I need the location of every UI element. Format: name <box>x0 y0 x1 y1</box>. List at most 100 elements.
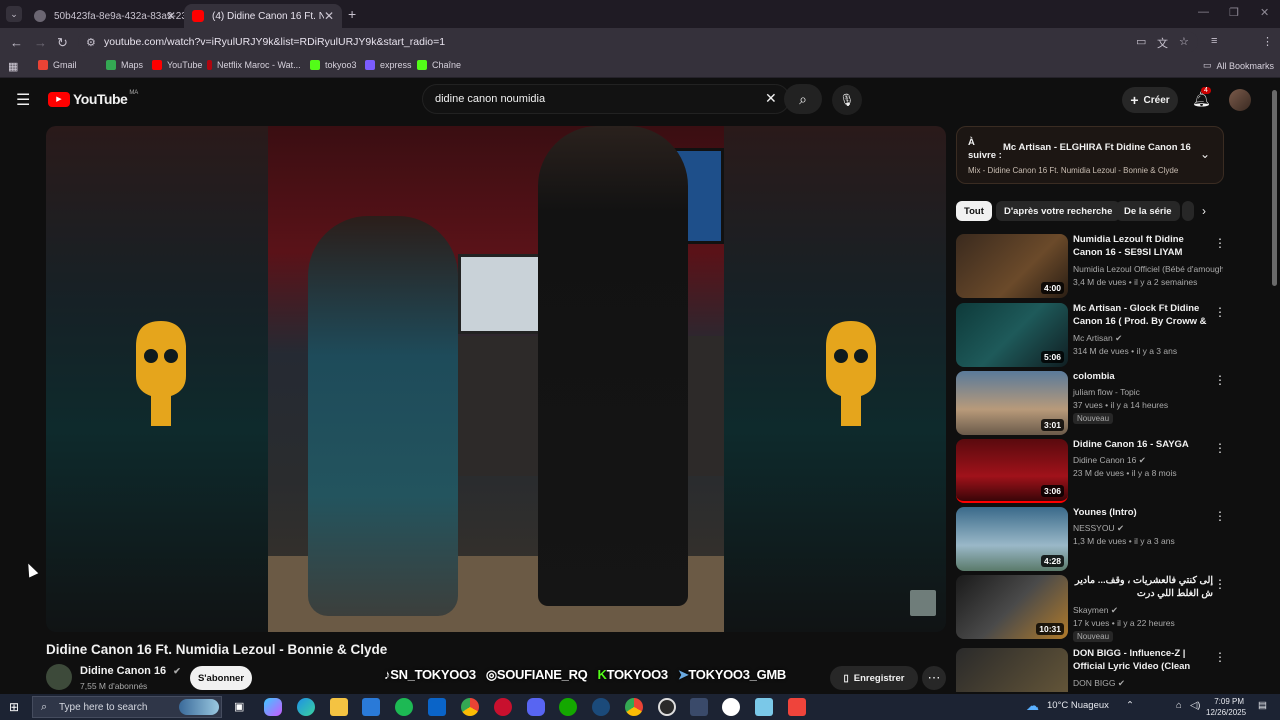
notification-center-icon[interactable]: ▤ <box>1258 700 1267 711</box>
maximize-icon[interactable]: ❐ <box>1229 6 1239 19</box>
hamburger-menu-icon[interactable]: ☰ <box>16 90 30 110</box>
site-info-icon[interactable]: ⚙ <box>86 36 96 49</box>
kebab-menu-icon[interactable]: ⋮ <box>1214 373 1226 387</box>
more-actions-button[interactable]: ⋯ <box>922 666 946 690</box>
back-icon[interactable]: ← <box>10 35 23 50</box>
rec-channel[interactable]: Mc Artisan ✔ <box>1073 333 1122 344</box>
list-item[interactable]: 3:06 Didine Canon 16 - SAYGA Didine Cano… <box>956 439 1226 503</box>
close-tab-icon[interactable]: ✕ <box>324 9 334 23</box>
chrome-icon[interactable] <box>461 698 479 716</box>
list-item[interactable]: 4:28 Younes (Intro) NESSYOU ✔ 1,3 M de v… <box>956 507 1226 571</box>
video-player[interactable] <box>46 126 946 632</box>
search-button[interactable]: ⌕ <box>784 84 822 114</box>
video-thumbnail[interactable]: 5:06 <box>956 303 1068 367</box>
bookmark-maps[interactable]: Maps <box>106 60 143 70</box>
youtube-logo[interactable]: ▶ YouTube MA <box>48 90 138 107</box>
record-app-icon[interactable] <box>494 698 512 716</box>
video-thumbnail[interactable]: 4:00 <box>956 234 1068 298</box>
bookmark-netflix[interactable]: Netflix Maroc - Wat... <box>207 60 301 70</box>
chip-partial[interactable] <box>1182 201 1194 221</box>
video-thumbnail[interactable]: 10:31 <box>956 575 1068 639</box>
edge-icon[interactable] <box>297 698 315 716</box>
chip-series[interactable]: De la série <box>1116 201 1180 221</box>
browser-menu-icon[interactable]: ⋮ <box>1262 35 1273 48</box>
bookmark-chaine[interactable]: Chaîne <box>417 60 461 70</box>
tab-active[interactable]: (4) Didine Canon 16 Ft. Numidi ✕ <box>184 4 342 28</box>
reload-icon[interactable]: ↻ <box>57 35 68 51</box>
channel-watermark[interactable] <box>910 590 936 616</box>
voice-search-button[interactable]: 🎙 <box>832 85 862 115</box>
kebab-menu-icon[interactable]: ⋮ <box>1214 305 1226 319</box>
upwork-icon[interactable] <box>559 698 577 716</box>
tab-search-icon[interactable]: ⌄ <box>6 6 22 22</box>
url-field[interactable]: ⚙ youtube.com/watch?v=iRyulURJY9k&list=R… <box>78 31 1198 53</box>
all-bookmarks[interactable]: ▭ All Bookmarks <box>1203 60 1274 71</box>
taskbar-search-input[interactable]: ⌕ Type here to search <box>32 696 222 718</box>
rec-title[interactable]: إلى كنتي فالعشريات ، وقف... مادير ش الغل… <box>1073 575 1213 600</box>
notepad-icon[interactable] <box>755 698 773 716</box>
rec-channel[interactable]: Numidia Lezoul Officiel (Bébé d'amough) <box>1073 264 1223 274</box>
rec-title[interactable]: Numidia Lezoul ft Didine Canon 16 - SE9S… <box>1073 234 1213 260</box>
chip-from-search[interactable]: D'après votre recherche <box>996 201 1121 221</box>
list-item[interactable]: 5:06 Mc Artisan - Glock Ft Didine Canon … <box>956 303 1226 367</box>
mail-icon[interactable] <box>428 698 446 716</box>
translate-icon[interactable]: 文 <box>1157 35 1168 51</box>
chrome-profile-icon[interactable] <box>625 698 643 716</box>
weather-icon[interactable]: ☁ <box>1026 698 1039 714</box>
page-scrollbar[interactable] <box>1272 90 1277 286</box>
playlist-panel[interactable]: À suivre : Mc Artisan - ELGHIRA Ft Didin… <box>956 126 1224 184</box>
chip-all[interactable]: Tout <box>956 201 992 221</box>
task-view-icon[interactable]: ▣ <box>234 700 244 713</box>
rec-channel[interactable]: Didine Canon 16 ✔ <box>1073 455 1146 466</box>
apps-grid-icon[interactable]: ▦ <box>8 60 18 73</box>
rec-title[interactable]: colombia <box>1073 371 1213 384</box>
clear-search-icon[interactable]: ✕ <box>765 90 777 107</box>
rec-channel[interactable]: NESSYOU ✔ <box>1073 523 1124 534</box>
close-tab-icon[interactable]: ✕ <box>166 9 176 23</box>
bookmark-tokyoo3[interactable]: tokyoo3 <box>310 60 357 70</box>
cast-icon[interactable]: ▭ <box>1136 35 1146 48</box>
rec-channel[interactable]: juliam flow - Topic <box>1073 387 1140 397</box>
tray-chevron-icon[interactable]: ⌃ <box>1126 700 1134 711</box>
list-item[interactable]: DON BIGG - Influence-Z | Official Lyric … <box>956 648 1226 692</box>
windows-start-icon[interactable]: ⊞ <box>9 700 19 714</box>
rec-title[interactable]: Mc Artisan - Glock Ft Didine Canon 16 ( … <box>1073 303 1213 329</box>
video-thumbnail[interactable] <box>956 648 1068 692</box>
volume-icon[interactable]: ◁) <box>1190 700 1200 711</box>
weather-text[interactable]: 10°C Nuageux <box>1047 700 1109 711</box>
kebab-menu-icon[interactable]: ⋮ <box>1214 236 1226 250</box>
rec-channel[interactable]: DON BIGG ✔ <box>1073 678 1125 689</box>
kebab-menu-icon[interactable]: ⋮ <box>1214 650 1226 664</box>
reading-list-icon[interactable]: ≡ <box>1211 35 1217 47</box>
copilot-icon[interactable] <box>264 698 282 716</box>
channel-name[interactable]: Didine Canon 16 ✔ <box>80 665 181 677</box>
save-button[interactable]: ▯ Enregistrer <box>830 666 918 690</box>
bookmark-star-icon[interactable]: ☆ <box>1179 35 1189 48</box>
capcut-icon[interactable] <box>722 698 740 716</box>
video-thumbnail[interactable]: 3:01 <box>956 371 1068 435</box>
kebab-menu-icon[interactable]: ⋮ <box>1214 509 1226 523</box>
subscribe-button[interactable]: S'abonner <box>190 666 252 690</box>
new-tab-button[interactable]: + <box>348 6 356 22</box>
bookmark-gmail[interactable]: Gmail <box>38 60 77 70</box>
obs-icon[interactable] <box>658 698 676 716</box>
kebab-menu-icon[interactable]: ⋮ <box>1214 441 1226 455</box>
kebab-menu-icon[interactable]: ⋮ <box>1214 577 1226 591</box>
notifications-button[interactable]: 🔔︎ 4 <box>1192 87 1211 108</box>
create-button[interactable]: + Créer <box>1122 87 1178 113</box>
store-icon[interactable] <box>362 698 380 716</box>
discord-icon[interactable] <box>527 698 545 716</box>
rec-title[interactable]: Younes (Intro) <box>1073 507 1213 520</box>
tab-inactive[interactable]: 50b423fa-8e9a-432a-83a9-230 ✕ <box>26 4 184 28</box>
search-input[interactable]: didine canon noumidia ✕ <box>422 84 790 114</box>
rec-title[interactable]: Didine Canon 16 - SAYGA <box>1073 439 1213 452</box>
spotify-icon[interactable] <box>395 698 413 716</box>
video-thumbnail[interactable]: 4:28 <box>956 507 1068 571</box>
bookmark-express[interactable]: express <box>365 60 412 70</box>
account-avatar[interactable] <box>1229 89 1251 111</box>
calculator-icon[interactable] <box>690 698 708 716</box>
video-thumbnail[interactable]: 3:06 <box>956 439 1068 503</box>
list-item[interactable]: 4:00 Numidia Lezoul ft Didine Canon 16 -… <box>956 234 1226 298</box>
minimize-icon[interactable]: — <box>1198 6 1209 18</box>
network-icon[interactable]: ⌂ <box>1176 700 1182 711</box>
